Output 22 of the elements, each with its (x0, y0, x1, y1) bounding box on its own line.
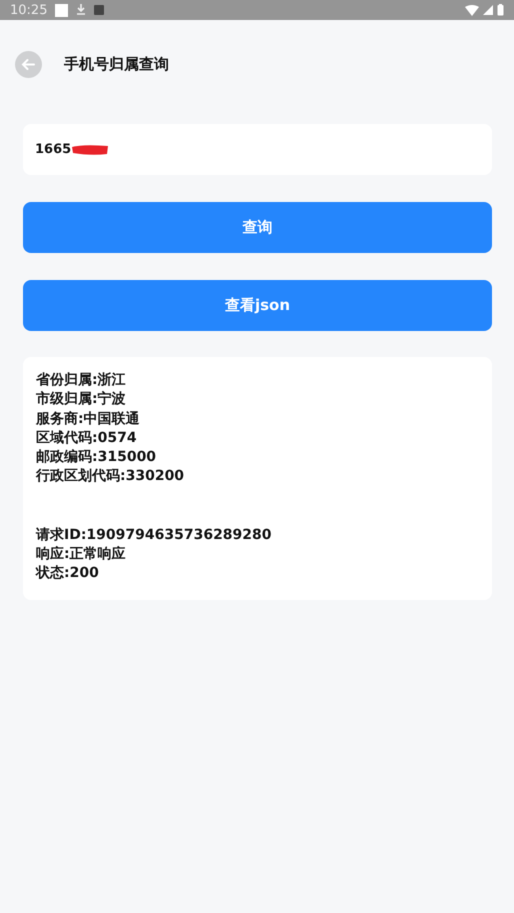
result-line: 省份归属:浙江 (36, 371, 127, 390)
redaction-mark (71, 144, 109, 156)
result-line: 响应:正常响应 (36, 545, 127, 564)
download-icon (76, 4, 86, 16)
result-line: 请求ID:1909794635736289280 (36, 526, 273, 545)
notification-icon (55, 4, 68, 16)
result-line: 行政区划代码:330200 (36, 467, 186, 486)
signal-icon (483, 5, 493, 15)
back-button[interactable] (15, 50, 42, 78)
action-button[interactable]: 查询 (23, 202, 492, 253)
action-button[interactable]: 查看json (23, 280, 492, 331)
app-icon (94, 5, 104, 15)
result-line: 市级归属:宁波 (36, 390, 127, 410)
phone-input-field[interactable]: 1665 (23, 124, 492, 175)
page-title: 手机号归属查询 (64, 54, 169, 74)
result-line: 服务商:中国联通 (36, 410, 141, 429)
result-line: 状态:200 (36, 564, 100, 584)
result-line: 区域代码:0574 (36, 428, 138, 448)
battery-icon (497, 4, 504, 16)
clock: 10:25 (10, 2, 48, 18)
result-line: 邮政编码:315000 (36, 448, 158, 468)
wifi-icon (465, 4, 479, 16)
